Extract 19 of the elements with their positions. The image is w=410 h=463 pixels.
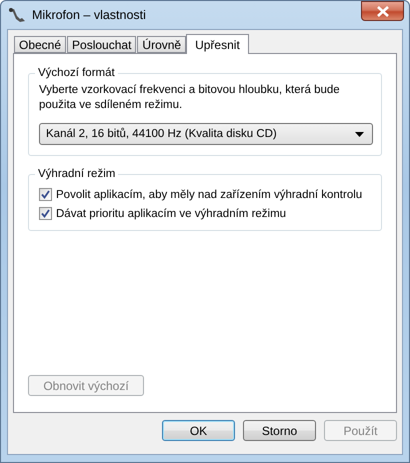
tab[interactable]: Poslouchat: [67, 36, 136, 53]
dialog-button[interactable]: Storno: [243, 420, 316, 441]
checkbox-label: Povolit aplikacím, aby měly nad zařízením výhradní kontrolu: [56, 188, 362, 200]
checkbox-label: Dávat prioritu aplikacím ve výhradním režimu: [56, 208, 286, 220]
window-title: Mikrofon – vlastnosti: [32, 8, 147, 22]
tab[interactable]: Obecné: [14, 36, 66, 53]
checkbox[interactable]: [39, 188, 52, 201]
tab[interactable]: Upřesnit: [186, 34, 249, 54]
group-title: Výchozí formát: [37, 67, 116, 79]
close-button[interactable]: [361, 1, 404, 21]
tab[interactable]: Úrovně: [137, 36, 186, 53]
dropdown-arrow-icon: [355, 132, 364, 136]
description-text: Vyberte vzorkovací frekvenci a bitovou hloubku, která bude použita ve sdíleném režimu.: [39, 83, 341, 113]
checkbox[interactable]: [39, 207, 52, 220]
group-title: Výhradní režim: [37, 168, 116, 180]
microphone-icon: [8, 7, 26, 23]
close-icon: [376, 6, 390, 16]
dialog-button[interactable]: OK: [162, 420, 235, 441]
format-dropdown[interactable]: Kanál 2, 16 bitů, 44100 Hz (Kvalita disku CD): [39, 123, 373, 145]
